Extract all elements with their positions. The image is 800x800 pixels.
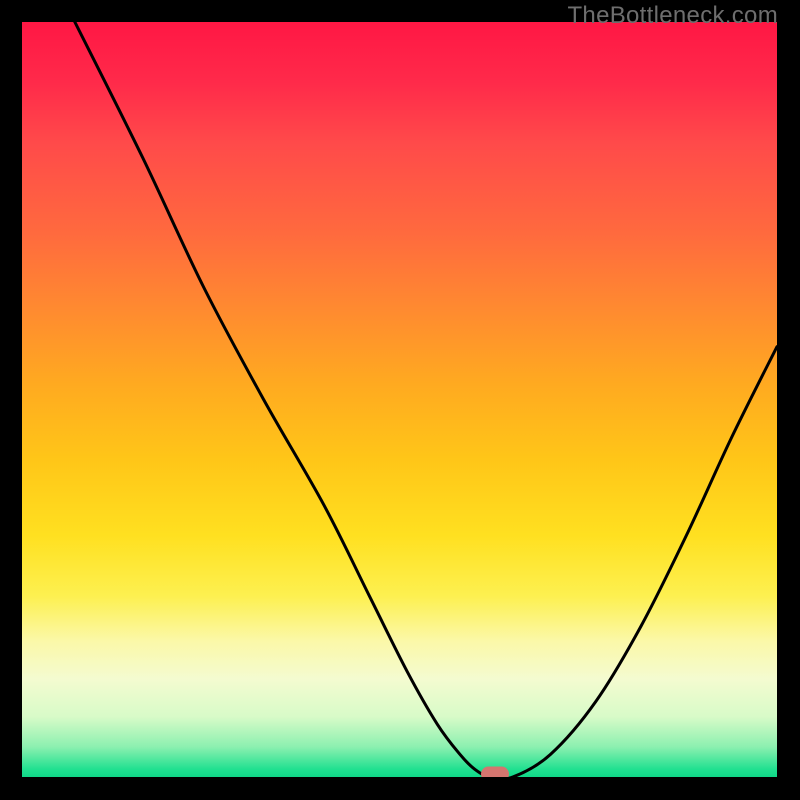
watermark-text: TheBottleneck.com [567,2,778,30]
optimum-marker [481,767,509,778]
bottleneck-curve [22,22,777,777]
plot-area [22,22,777,777]
